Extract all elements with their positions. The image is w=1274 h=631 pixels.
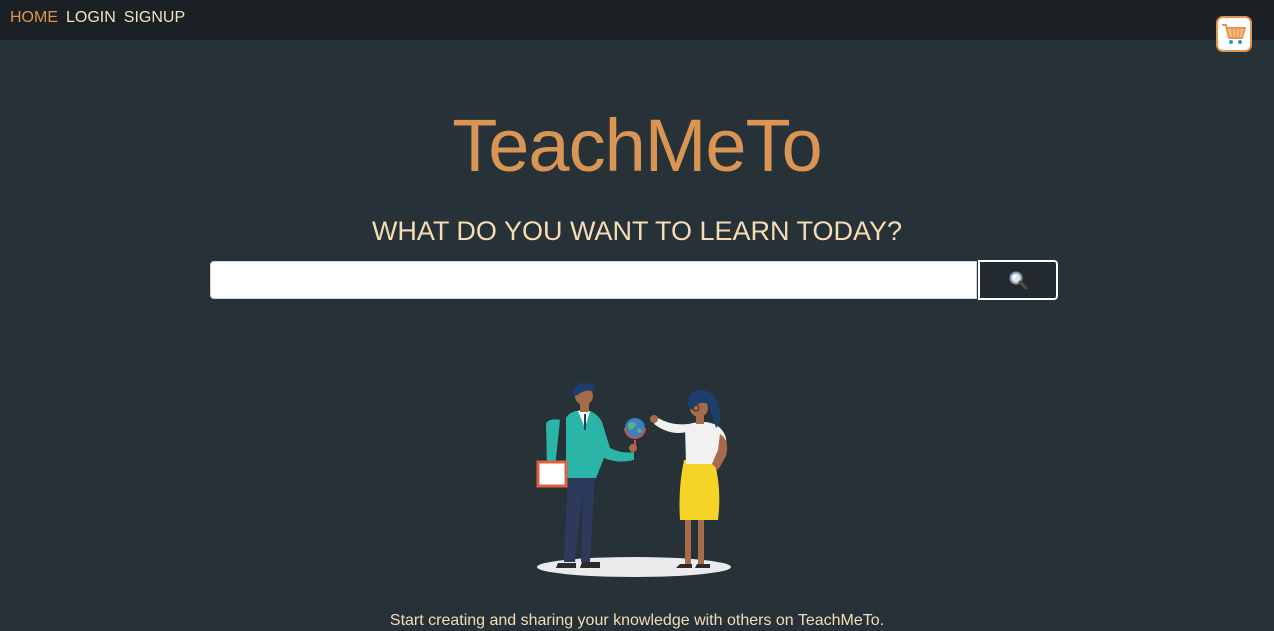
nav-home-link[interactable]: HOME	[10, 9, 58, 27]
hero-tagline: WHAT DO YOU WANT TO LEARN TODAY?	[371, 216, 903, 246]
brand-title: TeachMeTo	[452, 104, 822, 187]
nav-login-link[interactable]: LOGIN	[66, 9, 116, 27]
search-button[interactable]	[978, 260, 1058, 300]
footer-tagline: Start creating and sharing your knowledg…	[389, 612, 885, 629]
shopping-cart-icon	[1222, 24, 1246, 44]
top-navbar: HOME LOGIN SIGNUP	[0, 0, 1274, 40]
cart-button[interactable]	[1216, 16, 1252, 52]
nav-links: HOME LOGIN SIGNUP	[10, 9, 185, 27]
magnifying-glass-icon	[1009, 271, 1028, 290]
nav-signup-link[interactable]: SIGNUP	[124, 9, 185, 27]
teachers-with-globe-illustration	[536, 382, 731, 577]
search-input[interactable]	[210, 261, 977, 299]
